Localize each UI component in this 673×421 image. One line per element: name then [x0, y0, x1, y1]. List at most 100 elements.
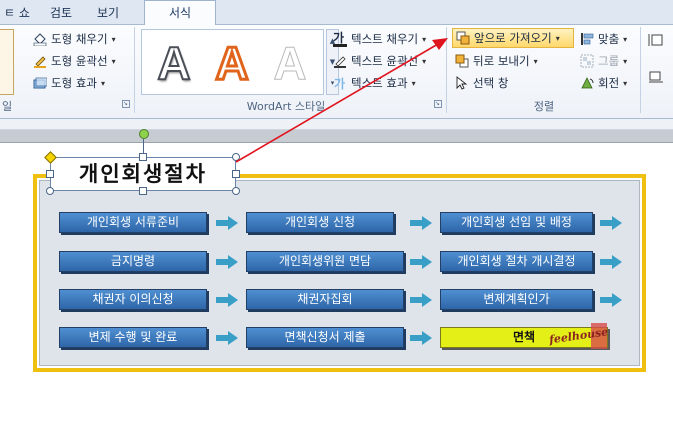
svg-text:가: 가: [334, 76, 345, 90]
wordart-style-light[interactable]: A: [262, 33, 318, 93]
text-fill-label: 텍스트 채우기: [351, 32, 419, 46]
text-effects-label: 텍스트 효과: [351, 76, 408, 90]
selection-pane-label: 선택 창: [473, 76, 509, 90]
resize-handle-top-right[interactable]: [232, 153, 240, 161]
dialog-launcher-icon[interactable]: ↘: [434, 100, 442, 108]
chevron-down-icon[interactable]: ▾: [101, 79, 105, 88]
chevron-down-icon[interactable]: ▾: [623, 35, 627, 44]
shape-outline-label: 도형 윤곽선: [51, 54, 108, 68]
selection-pane-icon: [456, 76, 468, 90]
arrow-right-icon: [216, 255, 238, 269]
group-separator: [134, 27, 135, 113]
tab-format[interactable]: 서식: [144, 0, 216, 26]
ribbon: 도형 채우기 ▾ 도형 윤곽선 ▾ 도형 효과 ▾ 일 ↘ A A A ▲ ▼ …: [0, 25, 673, 119]
rotate-icon: [581, 77, 594, 89]
wordart-group-title: WordArt 스타일: [246, 100, 326, 113]
text-fill-icon: 가: [333, 32, 347, 47]
shape-effects-label: 도형 효과: [51, 76, 97, 90]
process-step-10[interactable]: 변제 수행 및 완료: [59, 327, 207, 348]
resize-handle-left[interactable]: [46, 170, 54, 178]
chevron-down-icon[interactable]: ▾: [534, 57, 538, 66]
wordart-style-orange[interactable]: A: [204, 33, 260, 93]
selection-pane-button[interactable]: 선택 창: [455, 73, 508, 93]
process-step-7[interactable]: 채권자 이의신청: [59, 289, 207, 310]
process-step-3[interactable]: 개인회생 선임 및 배정: [440, 212, 593, 233]
tab-review[interactable]: 검토: [40, 3, 82, 25]
process-step-4[interactable]: 금지명령: [59, 251, 207, 272]
resize-handle-right[interactable]: [232, 170, 240, 178]
chevron-down-icon[interactable]: ▾: [112, 35, 116, 44]
arrow-right-icon: [410, 216, 432, 230]
tab-slideshow[interactable]: ㅌ 쇼: [0, 3, 34, 25]
arrow-right-icon: [410, 331, 432, 345]
send-backward-label: 뒤로 보내기: [473, 54, 530, 68]
shape-effects-button[interactable]: 도형 효과 ▾: [33, 73, 105, 93]
arrow-right-icon: [410, 255, 432, 269]
shape-outline-button[interactable]: 도형 윤곽선 ▾: [33, 51, 116, 71]
resize-handle-bottom[interactable]: [139, 187, 147, 195]
send-backward-icon: [455, 54, 469, 68]
pencil-icon: [334, 56, 346, 68]
bring-forward-icon: [456, 31, 470, 45]
tab-view[interactable]: 보기: [88, 3, 128, 25]
resize-handle-top[interactable]: [139, 153, 147, 161]
text-effects-button[interactable]: 가 텍스트 효과 ▾: [333, 73, 416, 93]
pencil-icon: [34, 56, 46, 68]
arrow-right-icon: [410, 293, 432, 307]
chevron-down-icon[interactable]: ▾: [556, 34, 560, 43]
chevron-down-icon[interactable]: ▾: [412, 79, 416, 88]
shape-width-icon[interactable]: [648, 69, 664, 83]
rotate-button[interactable]: 회전 ▾: [580, 73, 627, 93]
horizontal-ruler: [0, 119, 673, 130]
group-icon: [580, 54, 594, 68]
chevron-down-icon[interactable]: ▾: [422, 35, 426, 44]
resize-handle-bottom-right[interactable]: [232, 187, 240, 195]
arrange-group-title: 정렬: [533, 100, 555, 113]
arrow-right-icon: [600, 293, 622, 307]
group-button[interactable]: 그룹 ▾: [580, 51, 627, 71]
chevron-down-icon[interactable]: ▾: [623, 57, 627, 66]
dialog-launcher-icon[interactable]: ↘: [122, 100, 130, 108]
paint-bucket-icon: [33, 33, 47, 46]
arrow-right-icon: [216, 331, 238, 345]
arrow-right-icon: [600, 255, 622, 269]
title-textbox[interactable]: 개인회생절차: [50, 157, 236, 191]
process-step-1[interactable]: 개인회생 서류준비: [59, 212, 207, 233]
text-outline-label: 텍스트 윤곽선: [351, 54, 419, 68]
text-fill-button[interactable]: 가 텍스트 채우기 ▾: [333, 29, 426, 49]
shape-fill-button[interactable]: 도형 채우기 ▾: [33, 29, 116, 49]
bring-forward-label: 앞으로 가져오기: [474, 31, 552, 45]
text-outline-button[interactable]: 텍스트 윤곽선 ▾: [333, 51, 426, 71]
text-effects-icon: 가: [334, 76, 345, 90]
chevron-down-icon[interactable]: ▾: [422, 57, 426, 66]
ribbon-tab-row: ㅌ 쇼 검토 보기 서식: [0, 0, 673, 26]
shape-fill-label: 도형 채우기: [51, 32, 108, 46]
process-step-8[interactable]: 채권자집회: [246, 289, 404, 310]
shape-style-gallery-partial[interactable]: [0, 29, 14, 95]
feelhouse-watermark-logo: feelhouse: [547, 323, 609, 349]
process-step-6[interactable]: 개인회생 절차 개시결정: [440, 251, 593, 272]
send-backward-button[interactable]: 뒤로 보내기 ▾: [455, 51, 538, 71]
chevron-down-icon[interactable]: ▾: [623, 79, 627, 88]
process-step-2[interactable]: 개인회생 신청: [246, 212, 394, 233]
bring-forward-button[interactable]: 앞으로 가져오기 ▾: [452, 28, 574, 48]
wordart-style-gray[interactable]: A: [146, 33, 202, 93]
process-step-11[interactable]: 면책신청서 제출: [246, 327, 404, 348]
align-icon: [581, 33, 594, 45]
group-label: 그룹: [598, 54, 620, 68]
align-label: 맞춤: [598, 32, 620, 46]
rotate-label: 회전: [598, 76, 620, 90]
arrow-right-icon: [216, 293, 238, 307]
arrow-right-icon: [600, 216, 622, 230]
resize-handle-bottom-left[interactable]: [46, 187, 54, 195]
shape-effects-icon: [33, 77, 47, 89]
wordart-gallery: A A A: [141, 29, 324, 95]
rotation-handle[interactable]: [139, 129, 149, 139]
chevron-down-icon[interactable]: ▾: [112, 57, 116, 66]
process-step-9[interactable]: 변제계획인가: [440, 289, 593, 310]
process-step-5[interactable]: 개인회생위원 면담: [246, 251, 404, 272]
arrow-right-icon: [216, 216, 238, 230]
shape-height-icon[interactable]: [648, 33, 664, 47]
align-button[interactable]: 맞춤 ▾: [580, 29, 627, 49]
group-separator: [446, 27, 447, 113]
